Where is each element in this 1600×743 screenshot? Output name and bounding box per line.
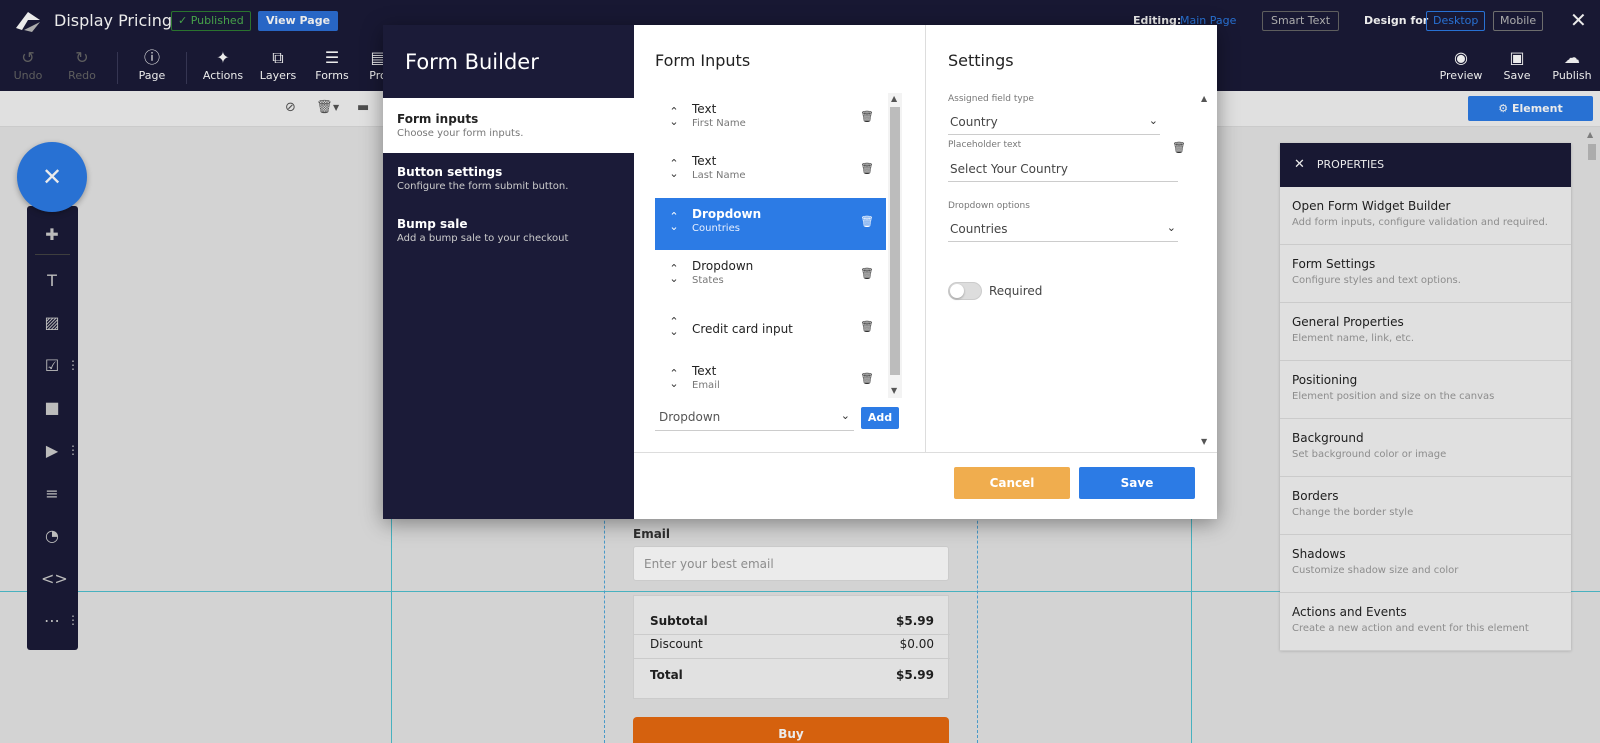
form-inputs-title: Form Inputs <box>655 51 751 70</box>
dropdown-options-label: Dropdown options <box>948 201 1030 211</box>
list-item[interactable]: ⌃ ⌄ Text Email 🗑 <box>655 355 886 398</box>
scroll-down-icon[interactable]: ▼ <box>891 386 897 395</box>
list-item[interactable]: ⌃ ⌄ Dropdown States 🗑 <box>655 250 886 302</box>
placeholder-label: Placeholder text <box>948 140 1022 150</box>
list-item-selected[interactable]: ⌃ ⌄ Dropdown Countries 🗑 <box>655 198 886 250</box>
settings-section: Settings ▲ Assigned field type Country ⌄… <box>926 25 1217 452</box>
sort-handle-icon[interactable]: ⌃ ⌄ <box>668 211 680 232</box>
nav-bump-sale[interactable]: Bump sale Add a bump sale to your checkou… <box>383 203 634 258</box>
list-item[interactable]: ⌃ ⌄ Text Last Name 🗑 <box>655 145 886 197</box>
sort-handle-icon[interactable]: ⌃ ⌄ <box>668 263 680 284</box>
nav-button-settings[interactable]: Button settings Configure the form submit… <box>383 151 634 206</box>
list-item[interactable]: ⌃ ⌄ Text First Name 🗑 <box>655 93 886 145</box>
add-input-button[interactable]: Add <box>861 407 899 429</box>
trash-icon[interactable]: 🗑 <box>860 162 874 175</box>
settings-title: Settings <box>948 51 1014 70</box>
scroll-thumb[interactable] <box>890 107 900 375</box>
required-label: Required <box>989 284 1043 298</box>
sort-handle-icon[interactable]: ⌃ ⌄ <box>668 106 680 127</box>
trash-icon[interactable]: 🗑 <box>860 110 874 123</box>
chevron-down-icon: ⌄ <box>840 409 850 422</box>
form-inputs-section: Form Inputs ⌃ ⌄ Text First Name 🗑 ⌃ ⌄ Text… <box>634 25 926 452</box>
trash-icon[interactable]: 🗑 <box>860 267 874 280</box>
trash-icon[interactable]: 🗑 <box>860 320 874 333</box>
save-button[interactable]: Save <box>1079 467 1195 499</box>
placeholder-input[interactable]: Select Your Country <box>948 156 1178 182</box>
field-type-select[interactable]: Country ⌄ <box>948 109 1160 135</box>
form-builder-modal: Form Builder Form inputs Choose your form… <box>383 25 1217 519</box>
trash-icon[interactable]: 🗑 <box>1172 141 1186 154</box>
toggle-knob <box>950 284 964 298</box>
chevron-down-icon: ⌄ <box>1166 221 1176 234</box>
dropdown-options-select[interactable]: Countries ⌄ <box>948 216 1178 242</box>
modal-title: Form Builder <box>405 50 539 74</box>
modal-sidebar: Form Builder Form inputs Choose your form… <box>383 25 634 519</box>
sort-handle-icon[interactable]: ⌃ ⌄ <box>668 368 680 389</box>
form-inputs-list: ⌃ ⌄ Text First Name 🗑 ⌃ ⌄ Text Last Name 🗑… <box>655 93 886 398</box>
scroll-up-icon[interactable]: ▲ <box>1201 94 1207 103</box>
required-toggle[interactable] <box>948 282 982 300</box>
sort-handle-icon[interactable]: ⌃ ⌄ <box>668 316 680 337</box>
chevron-down-icon: ⌄ <box>1148 114 1158 127</box>
nav-form-inputs[interactable]: Form inputs Choose your form inputs. <box>383 98 634 153</box>
modal-footer: Cancel Save <box>634 452 1217 519</box>
sort-handle-icon[interactable]: ⌃ ⌄ <box>668 158 680 179</box>
scroll-up-icon[interactable]: ▲ <box>891 94 897 103</box>
add-input-type-select[interactable]: Dropdown ⌄ <box>655 405 854 431</box>
inputs-scrollbar[interactable]: ▲ ▼ <box>888 93 902 398</box>
cancel-button[interactable]: Cancel <box>954 467 1070 499</box>
scroll-down-icon[interactable]: ▼ <box>1201 437 1207 446</box>
list-item[interactable]: ⌃ ⌄ Credit card input 🗑 <box>655 303 886 355</box>
field-type-label: Assigned field type <box>948 94 1034 104</box>
trash-icon[interactable]: 🗑 <box>860 215 874 228</box>
trash-icon[interactable]: 🗑 <box>860 372 874 385</box>
